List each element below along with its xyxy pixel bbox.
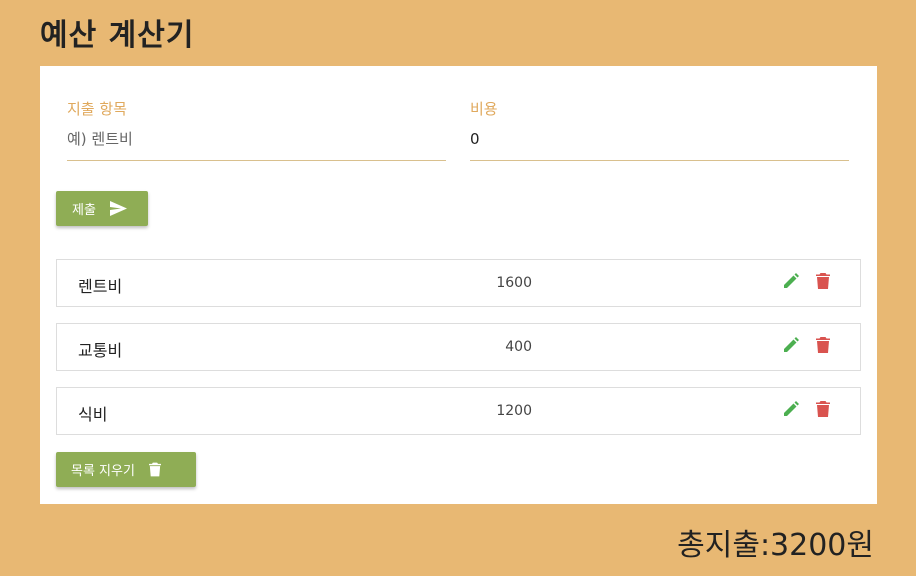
item-actions (782, 336, 832, 354)
item-name: 교통비 (78, 341, 123, 360)
trash-icon[interactable] (814, 272, 832, 290)
item-actions (782, 400, 832, 418)
item-name: 렌트비 (78, 277, 123, 296)
trash-icon[interactable] (814, 336, 832, 354)
list-item: 렌트비 1600 (56, 259, 861, 307)
page-title: 예산 계산기 (40, 18, 195, 53)
cost-input[interactable] (470, 128, 849, 161)
budget-card: 지출 항목 비용 제출 렌트비 1600 교통비 400 (40, 66, 877, 504)
expense-input[interactable] (67, 128, 446, 161)
item-amount: 400 (505, 339, 532, 355)
trash-icon[interactable] (814, 400, 832, 418)
item-amount: 1200 (496, 403, 532, 419)
pencil-icon[interactable] (782, 336, 800, 354)
pencil-icon[interactable] (782, 272, 800, 290)
expense-label: 지출 항목 (67, 100, 127, 118)
submit-label: 제출 (72, 203, 96, 218)
item-amount: 1600 (496, 275, 532, 291)
list-item: 교통비 400 (56, 323, 861, 371)
clear-list-label: 목록 지우기 (71, 464, 135, 479)
total-expense: 총지출:3200원 (677, 528, 874, 563)
expense-field-group: 지출 항목 (67, 98, 446, 161)
submit-button[interactable]: 제출 (56, 191, 148, 226)
send-icon (109, 201, 127, 216)
pencil-icon[interactable] (782, 400, 800, 418)
cost-field-group: 비용 (470, 98, 849, 161)
clear-list-button[interactable]: 목록 지우기 (56, 452, 196, 487)
cost-label: 비용 (470, 100, 498, 118)
item-actions (782, 272, 832, 290)
item-name: 식비 (78, 405, 108, 424)
list-item: 식비 1200 (56, 387, 861, 435)
expense-list: 렌트비 1600 교통비 400 식비 1200 (56, 259, 861, 451)
trash-icon (148, 462, 161, 477)
